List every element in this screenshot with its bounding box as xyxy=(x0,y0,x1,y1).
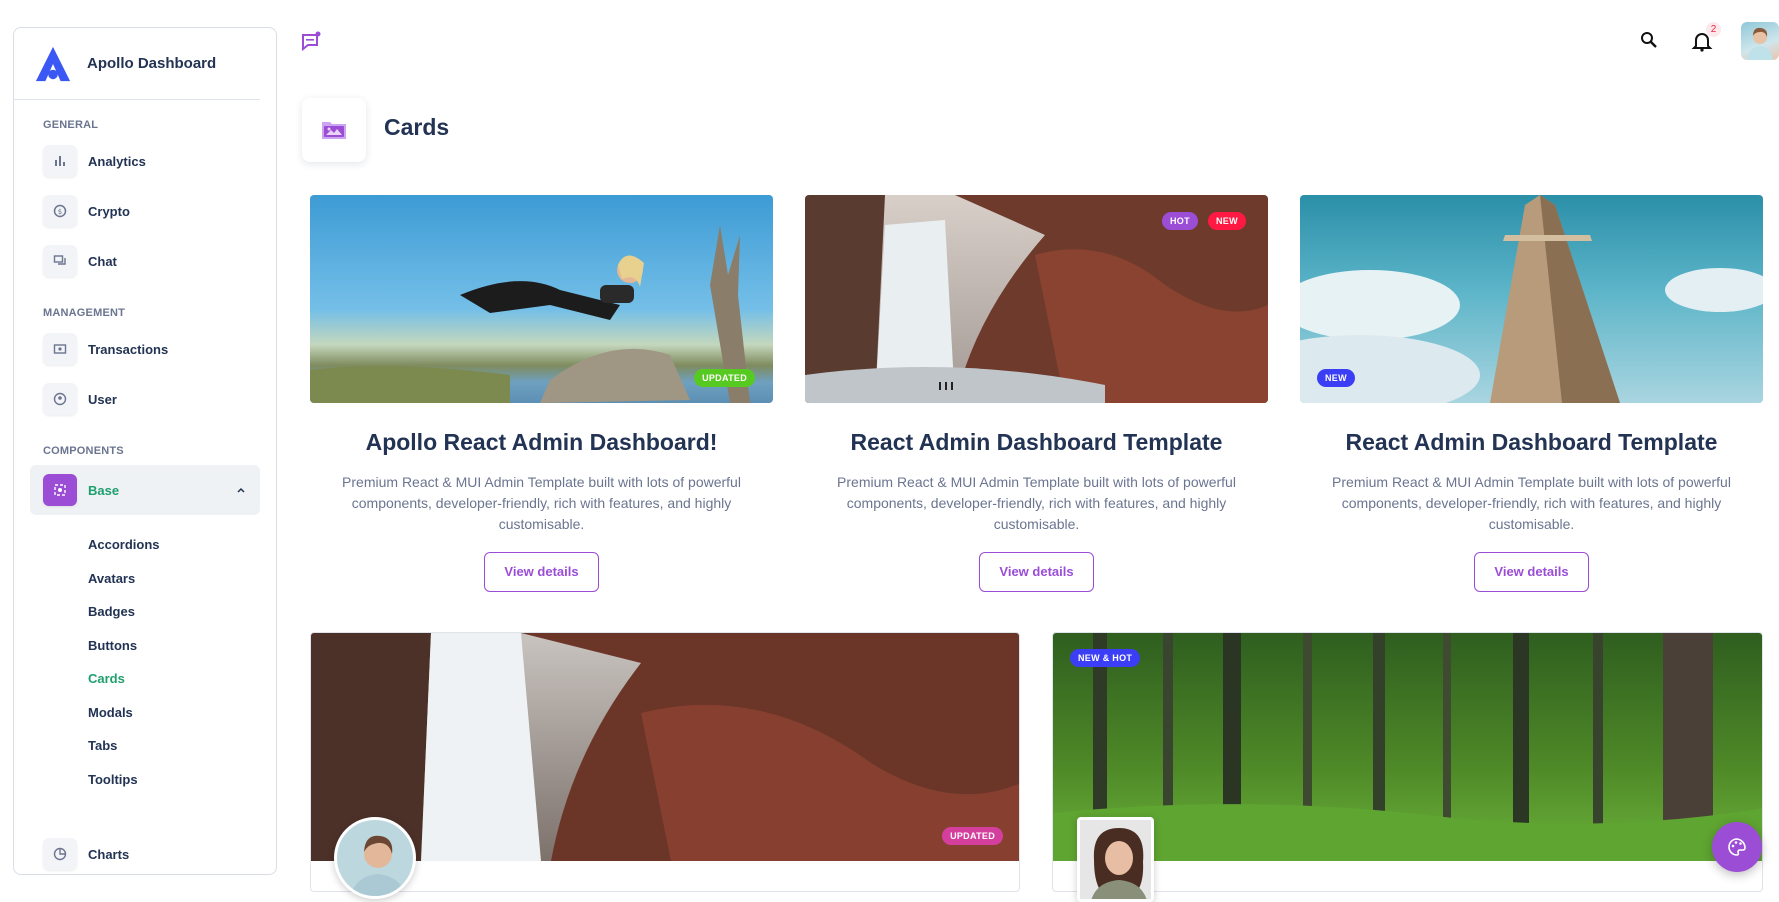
tag-new-and-hot: NEW & HOT xyxy=(1070,649,1141,667)
sub-item-avatars[interactable]: Avatars xyxy=(14,562,276,596)
view-details-button[interactable]: View details xyxy=(484,552,599,592)
tag-new: NEW xyxy=(1317,369,1355,387)
profile-avatar-round xyxy=(334,817,416,899)
card-title: Apollo React Admin Dashboard! xyxy=(365,429,718,455)
view-details-button[interactable]: View details xyxy=(979,552,1094,592)
sub-item-tabs[interactable]: Tabs xyxy=(14,729,276,763)
sidebar-item-analytics[interactable]: Analytics xyxy=(30,139,260,183)
sidebar: Apollo Dashboard GENERAL Analytics $ Cry… xyxy=(13,27,277,875)
notification-badge: 2 xyxy=(1706,22,1721,37)
flatiron-building-photo xyxy=(1300,195,1763,403)
sidebar-item-label: Chat xyxy=(88,253,117,269)
theme-settings-button[interactable] xyxy=(1712,822,1762,872)
card-1: UPDATED Apollo React Admin Dashboard! Pr… xyxy=(310,195,773,592)
view-details-button[interactable]: View details xyxy=(1474,552,1589,592)
chevron-up-icon[interactable] xyxy=(236,485,246,495)
sidebar-item-label: User xyxy=(88,391,117,407)
search-icon[interactable] xyxy=(1639,30,1659,50)
page-icon xyxy=(302,98,366,162)
card-description: Premium React & MUI Admin Template built… xyxy=(1332,474,1731,532)
card-description: Premium React & MUI Admin Template built… xyxy=(837,474,1236,532)
section-title-general: GENERAL xyxy=(43,119,99,131)
sidebar-item-base[interactable]: Base xyxy=(30,465,260,515)
profile-avatar-square xyxy=(1077,817,1154,902)
waterfall-photo xyxy=(805,195,1268,403)
sidebar-item-label: Charts xyxy=(88,846,130,862)
card-2: HOT NEW React Admin Dashboard Template P… xyxy=(805,195,1268,592)
brand-name: Apollo Dashboard xyxy=(87,55,217,72)
tag-updated: UPDATED xyxy=(942,827,1003,845)
palette-icon xyxy=(1728,838,1746,856)
receipt-icon xyxy=(43,333,77,365)
card-image: NEW xyxy=(1300,195,1763,403)
sub-item-buttons[interactable]: Buttons xyxy=(14,629,276,663)
brand[interactable]: Apollo Dashboard xyxy=(14,28,260,100)
section-title-management: MANAGEMENT xyxy=(43,307,126,319)
card-image: NEW & HOT xyxy=(1053,633,1762,861)
sidebar-item-label: Base xyxy=(88,482,120,498)
sub-item-cards[interactable]: Cards xyxy=(14,662,276,696)
sidebar-item-chat[interactable]: Chat xyxy=(30,239,260,283)
tag-hot: HOT xyxy=(1162,212,1198,230)
sub-item-badges[interactable]: Badges xyxy=(14,595,276,629)
sub-item-tooltips[interactable]: Tooltips xyxy=(14,763,276,797)
section-title-components: COMPONENTS xyxy=(43,445,124,457)
card-title: React Admin Dashboard Template xyxy=(850,429,1223,455)
sidebar-item-label: Analytics xyxy=(88,153,146,169)
tag-updated: UPDATED xyxy=(694,369,755,387)
sidebar-item-label: Transactions xyxy=(88,341,169,357)
apollo-logo-icon xyxy=(35,46,71,81)
sidebar-item-charts[interactable]: Charts xyxy=(30,832,260,874)
user-circle-icon xyxy=(43,383,77,415)
sidebar-item-user[interactable]: User xyxy=(30,377,260,421)
sidebar-item-transactions[interactable]: Transactions xyxy=(30,327,260,371)
waterfall-photo xyxy=(311,633,1019,861)
image-folder-icon xyxy=(322,122,346,139)
forest-photo xyxy=(1053,633,1762,861)
sub-item-modals[interactable]: Modals xyxy=(14,696,276,730)
svg-text:$: $ xyxy=(58,208,62,216)
card-description: Premium React & MUI Admin Template built… xyxy=(342,474,741,532)
profile-card-1: UPDATED xyxy=(310,632,1020,892)
page-title: Cards xyxy=(384,114,450,140)
bar-chart-icon xyxy=(43,145,77,177)
sidebar-item-label: Crypto xyxy=(88,203,130,219)
sub-item-accordions[interactable]: Accordions xyxy=(14,528,276,562)
chat-bubble-icon[interactable] xyxy=(300,30,322,52)
card-title: React Admin Dashboard Template xyxy=(1345,429,1718,455)
profile-card-2: NEW & HOT xyxy=(1052,632,1763,892)
base-icon xyxy=(43,474,77,506)
pie-chart-icon xyxy=(43,838,77,870)
card-3: NEW React Admin Dashboard Template Premi… xyxy=(1300,195,1763,592)
chat-icon xyxy=(43,245,77,277)
card-image: UPDATED xyxy=(311,633,1019,861)
user-avatar[interactable] xyxy=(1741,22,1779,60)
card-image: UPDATED xyxy=(310,195,773,403)
tag-new: NEW xyxy=(1208,212,1246,230)
card-image: HOT NEW xyxy=(805,195,1268,403)
coin-icon: $ xyxy=(43,195,77,227)
sidebar-item-crypto[interactable]: $ Crypto xyxy=(30,189,260,233)
